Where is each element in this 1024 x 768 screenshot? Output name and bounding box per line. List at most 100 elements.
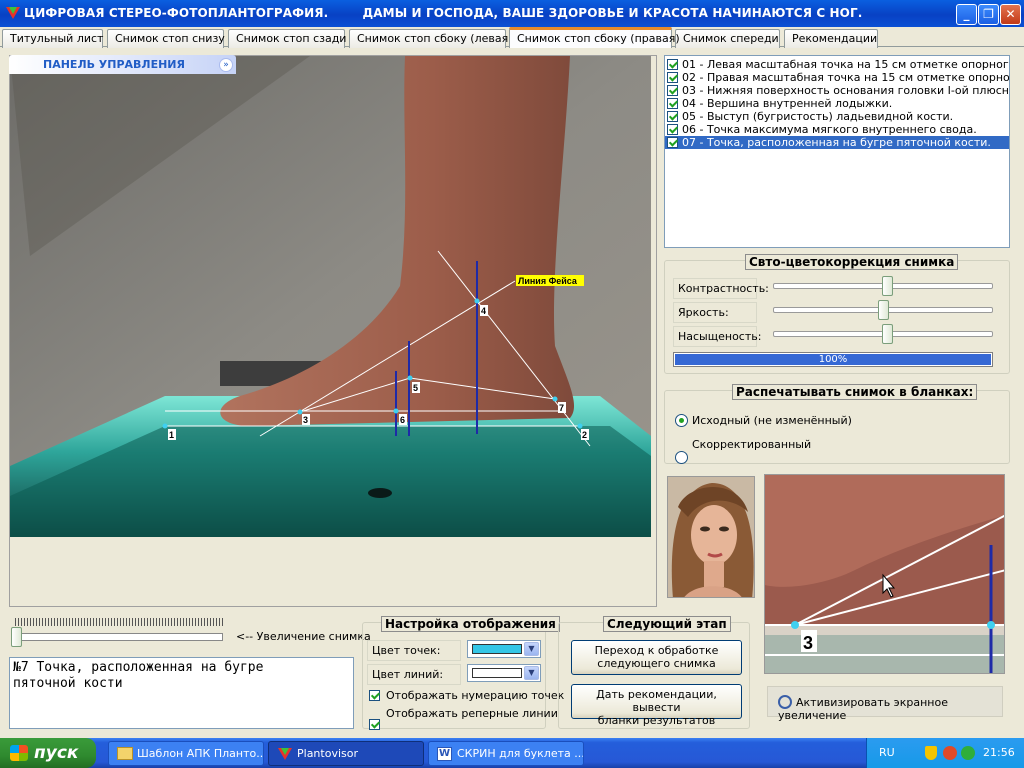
contrast-slider-thumb[interactable] xyxy=(882,276,894,296)
tab-front-photo[interactable]: Снимок спереди xyxy=(675,29,780,48)
display-settings-group: Настройка отображения Цвет точек: ▼ Цвет… xyxy=(362,616,564,730)
list-item[interactable]: 01 - Левая масштабная точка на 15 см отм… xyxy=(665,58,1009,71)
control-panel-title: ПАНЕЛЬ УПРАВЛЕНИЯ xyxy=(43,58,185,71)
point-color-select[interactable]: ▼ xyxy=(467,640,541,658)
tab-title-page[interactable]: Титульный лист xyxy=(2,29,103,48)
task-label: СКРИН для буклета ... xyxy=(457,747,584,760)
line-color-swatch xyxy=(472,668,522,678)
start-label: пуск xyxy=(34,743,79,763)
checkbox[interactable] xyxy=(667,85,678,96)
language-indicator[interactable]: RU xyxy=(879,746,895,759)
point-label: 05 - Выступ (бугристость) ладьевидной ко… xyxy=(682,110,954,123)
point-label: 02 - Правая масштабная точка на 15 см от… xyxy=(682,71,1010,84)
zoom-slider-label: <-- Увеличение снимка xyxy=(236,630,371,643)
checkbox[interactable] xyxy=(667,111,678,122)
system-tray: RU 21:56 xyxy=(866,738,1024,768)
saturation-slider-thumb[interactable] xyxy=(882,324,894,344)
contrast-label: Контрастность: xyxy=(673,278,769,299)
restore-button[interactable]: ❐ xyxy=(978,4,999,25)
tab-strip: Титульный лист Снимок стоп снизу Снимок … xyxy=(0,27,1024,48)
progress-fill: 100% xyxy=(675,354,991,365)
checkbox[interactable] xyxy=(667,59,678,70)
window-title: ЦИФРОВАЯ СТЕРЕО-ФОТОПЛАНТОГРАФИЯ. ДАМЫ И… xyxy=(24,6,863,20)
list-item[interactable]: 06 - Точка максимума мягкого внутреннего… xyxy=(665,123,1009,136)
chevron-down-icon[interactable]: » xyxy=(219,58,233,72)
checkbox[interactable] xyxy=(667,98,678,109)
point-description: №7 Точка, расположенная на бугре пяточно… xyxy=(9,657,354,729)
zoom-slider-thumb[interactable] xyxy=(11,627,22,647)
close-button[interactable]: ✕ xyxy=(1000,4,1021,25)
line-color-select[interactable]: ▼ xyxy=(467,664,541,682)
photo-point-label: 1 xyxy=(169,430,174,440)
app-icon xyxy=(6,7,20,19)
zoom-slider[interactable] xyxy=(15,633,223,641)
show-numbers-label[interactable]: Отображать нумерацию точек xyxy=(386,689,564,702)
list-item[interactable]: 05 - Выступ (бугристость) ладьевидной ко… xyxy=(665,110,1009,123)
checkbox[interactable] xyxy=(667,137,678,148)
list-item[interactable]: 04 - Вершина внутренней лодыжки. xyxy=(665,97,1009,110)
radio-original[interactable] xyxy=(675,414,688,427)
zoom-view: 3 xyxy=(764,474,1005,674)
magnifier-icon xyxy=(778,695,792,709)
foot-side-photo[interactable]: Линия Фейса 1 2 3 4 5 6 7 xyxy=(10,56,651,537)
point-label: 04 - Вершина внутренней лодыжки. xyxy=(682,97,893,110)
chevron-down-icon[interactable]: ▼ xyxy=(524,666,539,680)
group-title: Свто-цветокоррекция снимка xyxy=(745,254,959,270)
tab-recommendations[interactable]: Рекомендации xyxy=(784,29,878,48)
results-button[interactable]: Дать рекомендации, вывести бланки резуль… xyxy=(571,684,742,727)
point-color-label: Цвет точек: xyxy=(367,640,461,661)
photo-point-label: 6 xyxy=(400,415,405,425)
photo-point-label: 3 xyxy=(303,415,308,425)
face-photo xyxy=(667,476,755,598)
photo-point-label: 7 xyxy=(559,403,564,413)
points-list[interactable]: 01 - Левая масштабная точка на 15 см отм… xyxy=(664,55,1010,248)
clock: 21:56 xyxy=(983,746,1015,759)
point-label: 01 - Левая масштабная точка на 15 см отм… xyxy=(682,58,1010,71)
task-label: Шаблон АПК Планто... xyxy=(137,747,264,760)
tab-back-photo[interactable]: Снимок стоп сзади xyxy=(228,29,346,48)
show-ref-lines-label[interactable]: Отображать реперные линии xyxy=(386,707,558,720)
zoom-slider-ticks xyxy=(15,618,225,626)
task-word[interactable]: W СКРИН для буклета ... xyxy=(428,741,584,766)
start-button[interactable]: пуск xyxy=(0,738,96,768)
photo-point-label: 4 xyxy=(481,306,486,316)
point-label: 03 - Нижняя поверхность основания головк… xyxy=(682,84,1009,97)
tab-side-right-photo[interactable]: Снимок стоп сбоку (правая) xyxy=(509,27,680,48)
minimize-button[interactable]: _ xyxy=(956,4,977,25)
chevron-down-icon[interactable]: ▼ xyxy=(524,642,539,656)
checkbox[interactable] xyxy=(667,72,678,83)
radio-corrected[interactable] xyxy=(675,451,688,464)
point-color-swatch xyxy=(472,644,522,654)
activate-zoom-label: Активизировать экранное увеличение xyxy=(778,696,948,722)
list-item[interactable]: 02 - Правая масштабная точка на 15 см от… xyxy=(665,71,1009,84)
title-bar: ЦИФРОВАЯ СТЕРЕО-ФОТОПЛАНТОГРАФИЯ. ДАМЫ И… xyxy=(0,0,1024,27)
show-ref-lines-checkbox[interactable] xyxy=(369,719,380,730)
word-icon: W xyxy=(437,747,452,761)
checkbox[interactable] xyxy=(667,124,678,135)
photo-point-label: 5 xyxy=(413,383,418,393)
control-panel-header[interactable]: ПАНЕЛЬ УПРАВЛЕНИЯ » xyxy=(9,55,236,74)
list-item-selected[interactable]: 07 - Точка, расположенная на бугре пяточ… xyxy=(665,136,1009,149)
group-title: Распечатывать снимок в бланках: xyxy=(732,384,978,400)
radio-original-label[interactable]: Исходный (не изменённый) xyxy=(692,414,852,427)
next-photo-button[interactable]: Переход к обработке следующего снимка xyxy=(571,640,742,675)
next-step-group: Следующий этап Переход к обработке следу… xyxy=(558,616,750,729)
list-item[interactable]: 03 - Нижняя поверхность основания головк… xyxy=(665,84,1009,97)
point-label: 07 - Точка, расположенная на бугре пяточ… xyxy=(682,136,991,149)
task-folder[interactable]: Шаблон АПК Планто... xyxy=(108,741,264,766)
saturation-label: Насыщеность: xyxy=(673,326,761,347)
show-numbers-checkbox[interactable] xyxy=(369,690,380,701)
brightness-slider-thumb[interactable] xyxy=(878,300,889,320)
group-title: Следующий этап xyxy=(603,616,731,632)
antivirus-icon[interactable] xyxy=(943,746,957,760)
folder-icon xyxy=(117,747,133,760)
photo-point-label: 2 xyxy=(582,430,587,440)
app-icon xyxy=(278,748,292,760)
shield-icon[interactable] xyxy=(925,746,937,760)
activate-zoom-button[interactable]: Активизировать экранное увеличение xyxy=(767,686,1003,722)
tab-side-left-photo[interactable]: Снимок стоп сбоку (левая) xyxy=(349,29,513,48)
tab-bottom-photo[interactable]: Снимок стоп снизу xyxy=(107,29,225,48)
task-plantovisor[interactable]: Plantovisor xyxy=(268,741,424,766)
radio-corrected-label[interactable]: Скорректированный xyxy=(692,438,811,451)
network-icon[interactable] xyxy=(961,746,975,760)
